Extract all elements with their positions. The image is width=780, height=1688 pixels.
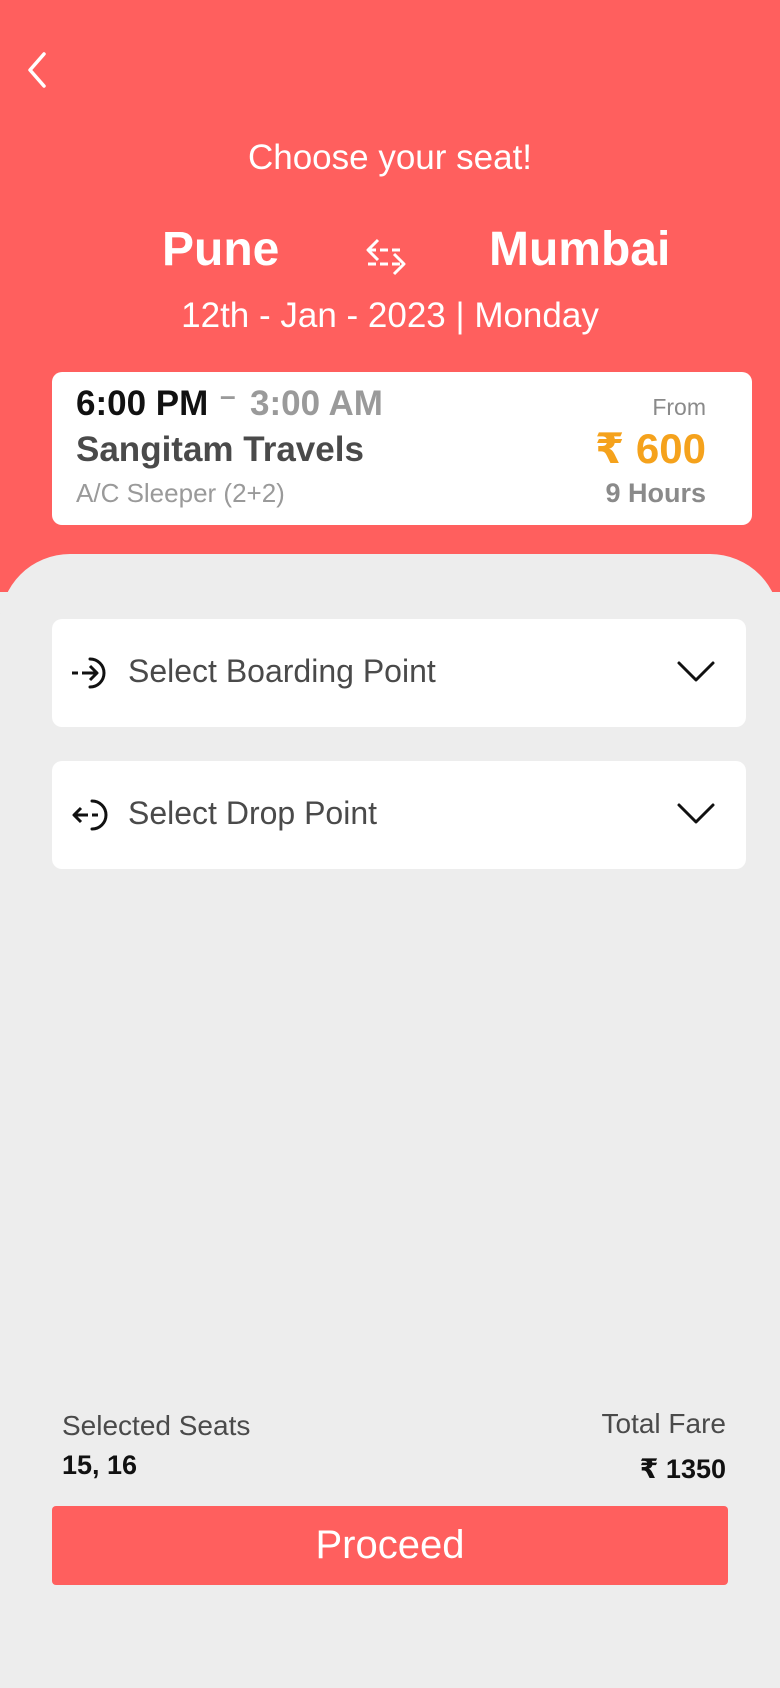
trip-duration: 9 Hours: [605, 478, 706, 508]
bus-type: A/C Sleeper (2+2): [76, 478, 285, 508]
from-city: Pune: [162, 223, 280, 276]
page-title: Choose your seat!: [247, 138, 533, 177]
boarding-point-select[interactable]: Select Boarding Point: [52, 619, 746, 727]
arrival-time: 3:00 AM: [250, 384, 383, 423]
total-fare-value: ₹ 1350: [639, 1454, 726, 1484]
header: Choose your seat! Pune Mumbai 12th - Jan…: [0, 0, 780, 592]
boarding-point-label: Select Boarding Point: [128, 653, 436, 689]
selected-seats-label: Selected Seats: [62, 1410, 251, 1441]
back-arrow-icon[interactable]: [24, 48, 56, 92]
boarding-icon: [72, 657, 106, 689]
travel-date: 12th - Jan - 2023 | Monday: [181, 296, 599, 335]
total-fare-label: Total Fare: [601, 1408, 727, 1439]
proceed-button[interactable]: Proceed: [52, 1506, 728, 1585]
selected-seats-value: 15, 16: [62, 1450, 138, 1480]
bus-card: 6:00 PM – 3:00 AM Sangitam Travels A/C S…: [52, 372, 752, 525]
fare-amount: ₹ 600: [595, 425, 706, 472]
fare-from-label: From: [652, 394, 706, 420]
time-separator: –: [220, 380, 236, 411]
chevron-down-icon: [677, 661, 715, 682]
swap-icon[interactable]: [364, 236, 408, 276]
drop-point-label: Select Drop Point: [128, 795, 378, 831]
to-city: Mumbai: [489, 223, 671, 276]
drop-point-select[interactable]: Select Drop Point: [52, 761, 746, 869]
chevron-down-icon: [677, 803, 715, 824]
operator-name: Sangitam Travels: [76, 430, 364, 469]
departure-time: 6:00 PM: [76, 384, 209, 423]
drop-icon: [72, 799, 108, 831]
